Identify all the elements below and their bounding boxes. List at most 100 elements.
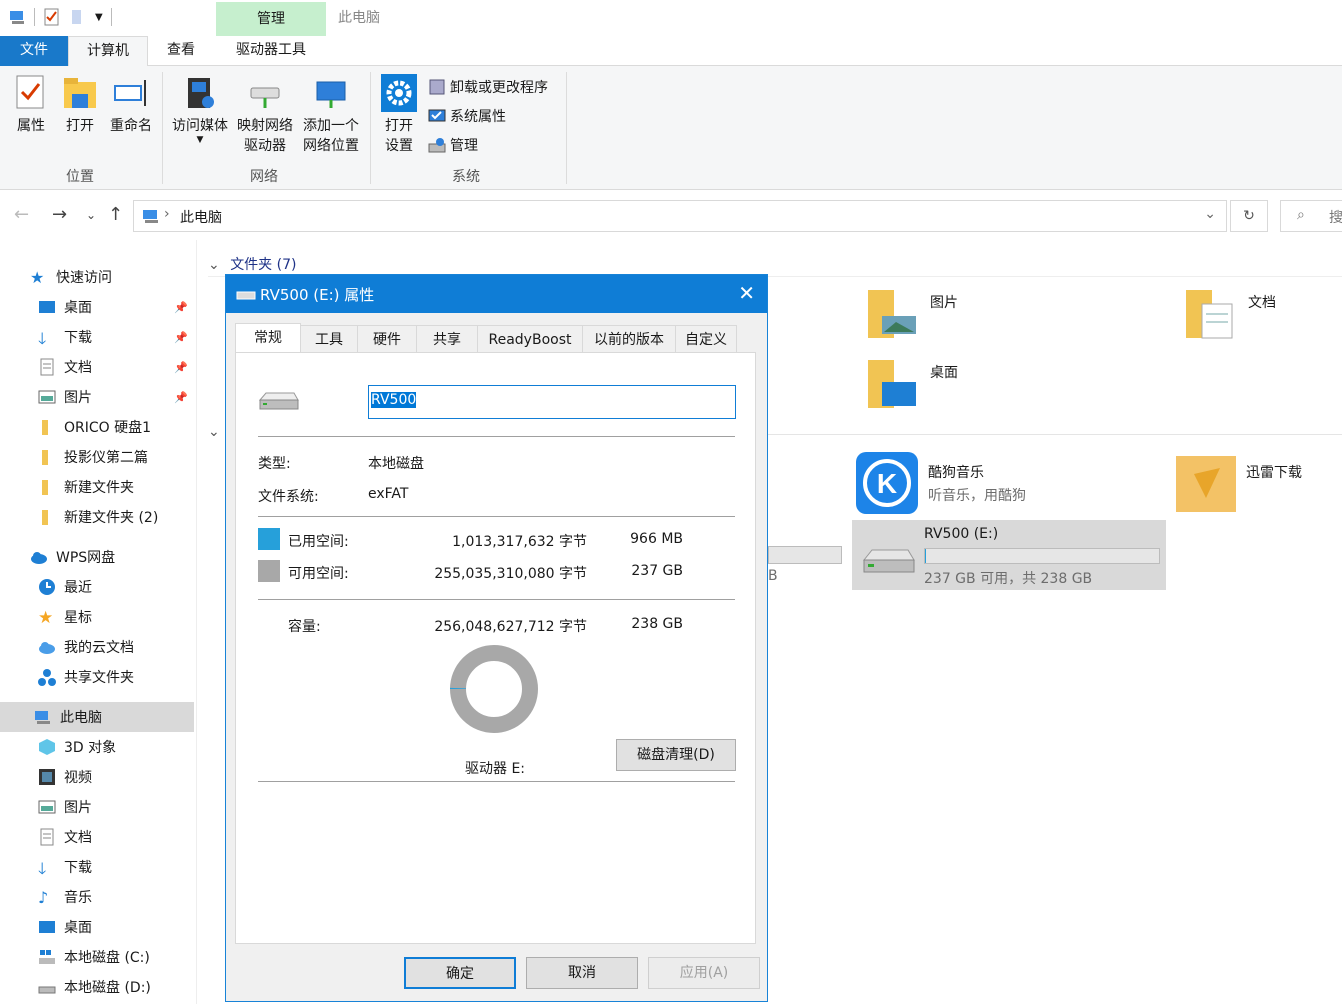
general-tab-panel: RV500 类型: 本地磁盘 文件系统: exFAT 已用空间: 1,013,3…: [235, 352, 756, 944]
nav-pc-desktop[interactable]: 桌面: [0, 912, 194, 942]
tab-file[interactable]: 文件: [0, 36, 68, 66]
tab-drive-tools[interactable]: 驱动器工具: [216, 36, 326, 66]
drive-tile-rv500[interactable]: RV500 (E:) 237 GB 可用，共 238 GB: [852, 520, 1166, 590]
close-icon[interactable]: ✕: [738, 281, 755, 305]
kugou-k-icon: K: [856, 452, 918, 514]
collapse-chevron-icon[interactable]: ⌄: [208, 424, 220, 440]
used-space-bytes: 1,013,317,632 字节: [452, 534, 587, 550]
nav-quick-projector[interactable]: 投影仪第二篇: [0, 442, 194, 472]
tab-tools[interactable]: 工具: [300, 325, 358, 353]
checkmark-icon: [13, 74, 49, 112]
tab-computer[interactable]: 计算机: [68, 36, 148, 67]
nav-wps-recent[interactable]: 最近: [0, 572, 194, 602]
nav-pc-3d[interactable]: 3D 对象: [0, 732, 194, 762]
nav-quick-newfolder2[interactable]: 新建文件夹 (2): [0, 502, 194, 532]
open-label: 打开: [66, 118, 94, 134]
divider: [566, 72, 567, 184]
star-icon: ★: [38, 608, 54, 628]
nav-quick-downloads[interactable]: 🡓 下载 📌: [0, 322, 194, 352]
context-tab-manage[interactable]: 管理: [216, 2, 326, 36]
navigation-bar: ← → ⌄ ↑ › 此电脑 ⌄ ↻ ⌕ 搜: [0, 192, 1342, 240]
tab-view[interactable]: 查看: [150, 36, 212, 66]
nav-pc-videos[interactable]: 视频: [0, 762, 194, 792]
apply-button[interactable]: 应用(A): [648, 957, 760, 989]
search-box[interactable]: ⌕ 搜: [1280, 200, 1342, 232]
nav-quick-access[interactable]: ★ 快速访问: [0, 262, 194, 292]
desktop-icon: [38, 298, 56, 316]
open-settings-button[interactable]: 打开 设置: [378, 74, 420, 156]
nav-pc-documents[interactable]: 文档: [0, 822, 194, 852]
uninstall-program-button[interactable]: 卸载或更改程序: [428, 76, 548, 98]
access-media-button[interactable]: 访问媒体 ▼: [168, 74, 232, 145]
divider: [258, 781, 735, 782]
tab-readyboost[interactable]: ReadyBoost: [477, 325, 583, 353]
nav-pc-pictures[interactable]: 图片: [0, 792, 194, 822]
drive-icon: [258, 391, 300, 417]
system-properties-button[interactable]: 系统属性: [428, 105, 506, 127]
breadcrumb-chevron-icon[interactable]: ›: [164, 206, 170, 222]
rename-button[interactable]: 重命名: [106, 74, 156, 136]
folder-xunlei[interactable]: 迅雷下载: [1176, 452, 1302, 514]
nav-pc-music[interactable]: ♪ 音乐: [0, 882, 194, 912]
folder-pictures[interactable]: 图片: [864, 286, 958, 342]
free-space-label: 可用空间:: [288, 566, 349, 582]
tab-hardware[interactable]: 硬件: [357, 325, 417, 353]
nav-label: 音乐: [64, 890, 92, 906]
open-button[interactable]: 打开: [60, 74, 100, 136]
nav-quick-newfolder[interactable]: 新建文件夹: [0, 472, 194, 502]
nav-this-pc[interactable]: 此电脑: [0, 702, 194, 732]
nav-wps-cloud-docs[interactable]: 我的云文档: [0, 632, 194, 662]
properties-icon[interactable]: [43, 8, 61, 26]
nav-quick-documents[interactable]: 文档 📌: [0, 352, 194, 382]
dialog-title-bar[interactable]: RV500 (E:) 属性 ✕: [226, 275, 767, 313]
nav-pc-downloads[interactable]: 🡓 下载: [0, 852, 194, 882]
nav-label: 新建文件夹 (2): [64, 510, 159, 526]
nav-pc-drive-d[interactable]: 本地磁盘 (D:): [0, 972, 194, 1002]
nav-quick-orico[interactable]: ORICO 硬盘1: [0, 412, 194, 442]
nav-pc-drive-c[interactable]: 本地磁盘 (C:): [0, 942, 194, 972]
collapse-chevron-icon: ⌄: [208, 257, 220, 273]
nav-quick-pictures[interactable]: 图片 📌: [0, 382, 194, 412]
nav-label: 本地磁盘 (C:): [64, 950, 150, 966]
cancel-button[interactable]: 取消: [526, 957, 638, 989]
up-arrow-icon[interactable]: ↑: [108, 204, 123, 225]
address-dropdown-icon[interactable]: ⌄: [1204, 206, 1216, 222]
new-folder-icon[interactable]: [69, 8, 87, 26]
app-kugou[interactable]: K 酷狗音乐 听音乐，用酷狗: [856, 452, 1026, 514]
pin-icon[interactable]: 📌: [174, 391, 188, 404]
back-arrow-icon[interactable]: ←: [14, 204, 29, 225]
properties-button[interactable]: 属性: [12, 74, 50, 136]
ok-button[interactable]: 确定: [404, 957, 516, 989]
pin-icon[interactable]: 📌: [174, 361, 188, 374]
address-bar[interactable]: › 此电脑 ⌄: [133, 200, 1227, 232]
recent-locations-chevron-icon[interactable]: ⌄: [86, 208, 96, 222]
folders-section-header[interactable]: ⌄ 文件夹 (7): [208, 254, 296, 274]
tab-sharing[interactable]: 共享: [416, 325, 478, 353]
manage-button[interactable]: 管理: [428, 134, 478, 156]
tab-general[interactable]: 常规: [235, 323, 301, 353]
map-drive-button[interactable]: 映射网络 驱动器: [234, 74, 296, 156]
pin-icon[interactable]: 📌: [174, 301, 188, 314]
nav-wps-shared[interactable]: 共享文件夹: [0, 662, 194, 692]
folder-desktop[interactable]: 桌面: [864, 356, 958, 412]
drive-name-input[interactable]: RV500: [368, 385, 736, 419]
download-arrow-icon: 🡓: [38, 859, 47, 878]
used-space-size: 966 MB: [630, 531, 683, 547]
add-network-location-button[interactable]: 添加一个 网络位置: [300, 74, 362, 156]
nav-quick-desktop[interactable]: 桌面 📌: [0, 292, 194, 322]
nav-wps[interactable]: WPS网盘: [0, 542, 194, 572]
chevron-down-icon[interactable]: ▼: [95, 12, 103, 23]
disk-cleanup-button[interactable]: 磁盘清理(D): [616, 739, 736, 771]
pin-icon[interactable]: 📌: [174, 331, 188, 344]
folder-icon: [38, 448, 56, 466]
tab-customize[interactable]: 自定义: [675, 325, 737, 353]
breadcrumb-this-pc[interactable]: 此电脑: [180, 207, 222, 227]
folder-documents[interactable]: 文档: [1182, 286, 1276, 342]
forward-arrow-icon[interactable]: →: [52, 204, 67, 225]
refresh-button[interactable]: ↻: [1230, 200, 1268, 232]
music-note-icon: ♪: [38, 888, 49, 907]
nav-label: 星标: [64, 610, 92, 626]
rename-label: 重命名: [110, 118, 152, 134]
nav-wps-starred[interactable]: ★ 星标: [0, 602, 194, 632]
tab-previous-versions[interactable]: 以前的版本: [582, 325, 676, 353]
